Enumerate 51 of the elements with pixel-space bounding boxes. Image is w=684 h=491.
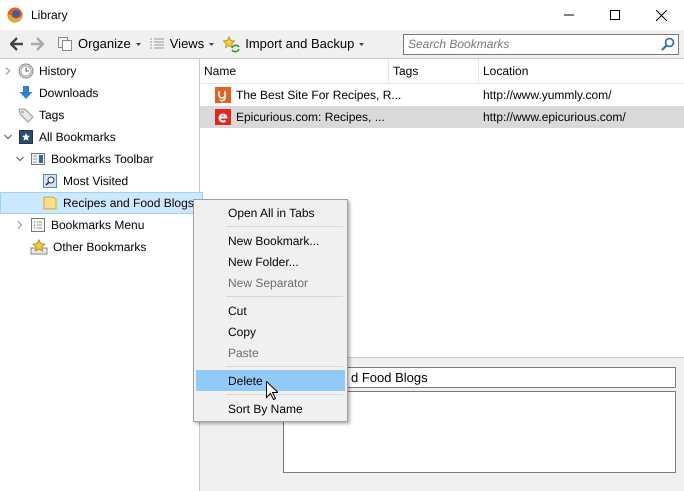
chevron-down-icon[interactable] (3, 132, 13, 142)
pages-icon (57, 36, 73, 52)
tree-item[interactable]: All Bookmarks (0, 126, 199, 148)
download-arrow-icon (18, 85, 34, 101)
caret-icon (359, 42, 364, 46)
menu-item[interactable]: Sort By Name (196, 398, 345, 419)
tag-icon (18, 107, 34, 123)
window-title: Library (31, 7, 68, 24)
tree-item[interactable]: Bookmarks Menu (0, 214, 199, 236)
column-header[interactable]: Location (479, 59, 684, 83)
site-favicon-icon (215, 109, 231, 125)
table-cell-text: Epicurious.com: Recipes, ... (236, 109, 385, 126)
menu-item[interactable]: New Folder... (196, 251, 345, 272)
tree-item[interactable]: History (0, 60, 199, 82)
caret-icon (209, 42, 214, 46)
mouse-pointer-icon (266, 381, 278, 400)
magnifier-folder-icon (42, 173, 58, 189)
star-refresh-icon (222, 36, 240, 52)
table-cell-text: http://www.yummly.com/ (482, 87, 612, 104)
toolbar-icon (30, 151, 46, 167)
bookmark-row[interactable]: Epicurious.com: Recipes, ... http://www.epicurious.com/ (200, 106, 684, 128)
search-field[interactable]: Search Bookmarks (403, 34, 679, 54)
app-logo-icon (7, 7, 23, 23)
search-icon[interactable] (661, 36, 675, 50)
star-tray-icon (30, 239, 48, 255)
menu-item[interactable]: Copy (196, 321, 345, 342)
folder-icon (42, 195, 58, 211)
tree-item[interactable]: Downloads (0, 82, 199, 104)
table-cell-text: The Best Site For Recipes, R... (236, 87, 402, 104)
menu-item[interactable]: Cut (196, 300, 345, 321)
clock-icon (18, 63, 34, 79)
toolbar-menu-button[interactable]: Views (148, 33, 214, 55)
column-header[interactable]: Tags (389, 59, 479, 83)
menu-list-icon (30, 217, 46, 233)
chevron-right-icon[interactable] (15, 220, 25, 230)
site-favicon-icon (215, 87, 231, 103)
bookmark-row[interactable]: The Best Site For Recipes, R... http://www.yummly.com/ (200, 84, 684, 106)
chevron-right-icon[interactable] (3, 66, 13, 76)
tree-item[interactable]: Most Visited (0, 170, 199, 192)
tree-item[interactable]: Other Bookmarks (0, 236, 199, 258)
tree-item[interactable]: Bookmarks Toolbar (0, 148, 199, 170)
tree-item[interactable]: Recipes and Food Blogs (0, 192, 203, 214)
caret-icon (136, 42, 141, 46)
toolbar-menu-button[interactable]: Import and Backup (222, 33, 364, 55)
column-header[interactable]: Name (200, 59, 389, 83)
menu-item[interactable]: Delete (196, 370, 345, 391)
chevron-down-icon[interactable] (15, 154, 25, 164)
toolbar-menu-button[interactable]: Organize (57, 33, 141, 55)
tree-item[interactable]: Tags (0, 104, 199, 126)
menu-item[interactable]: New Bookmark... (196, 230, 345, 251)
table-cell-text: http://www.epicurious.com/ (482, 109, 626, 126)
